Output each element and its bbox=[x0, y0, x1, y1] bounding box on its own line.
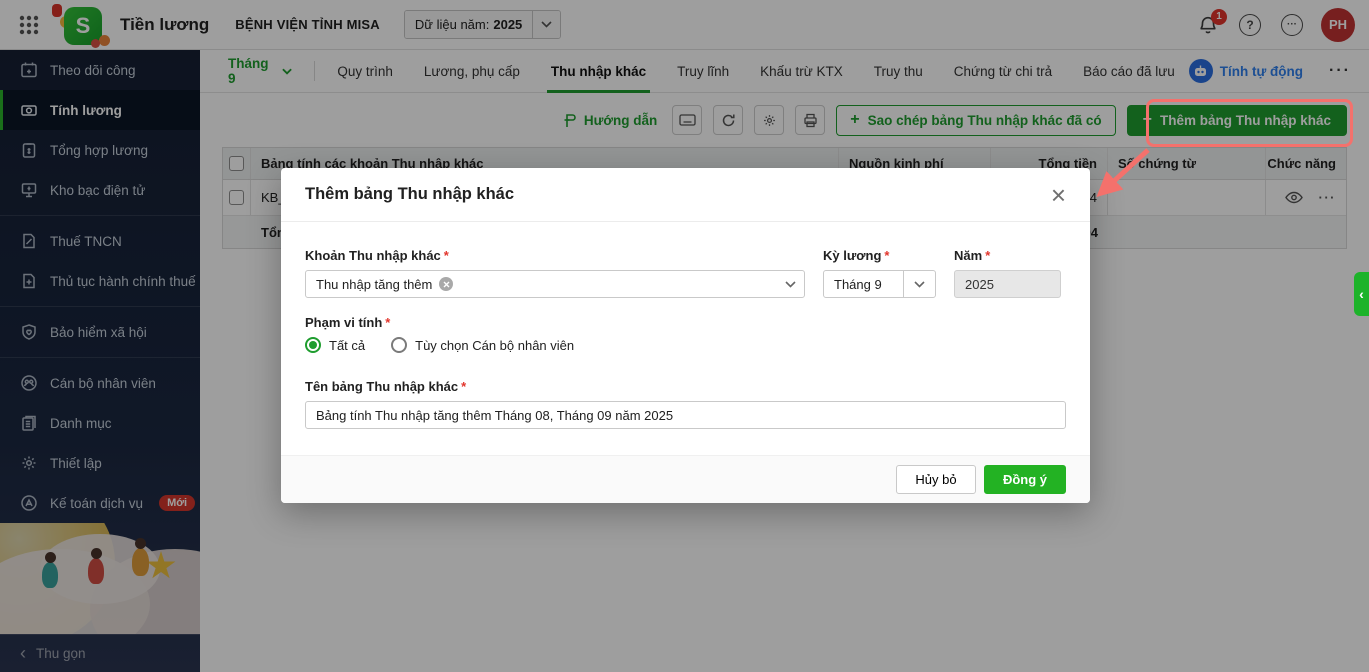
scope-all-option[interactable]: Tất cả bbox=[305, 337, 365, 353]
year-field-label: Năm bbox=[954, 248, 982, 263]
year-field bbox=[954, 270, 1061, 298]
chevron-left-icon: ‹ bbox=[1359, 286, 1364, 302]
table-name-field-label: Tên bảng Thu nhập khác bbox=[305, 379, 458, 394]
table-name-input[interactable] bbox=[305, 401, 1066, 429]
period-field-label: Kỳ lương bbox=[823, 248, 881, 263]
confirm-button[interactable]: Đồng ý bbox=[984, 465, 1066, 494]
income-tag: Thu nhập tăng thêm bbox=[316, 277, 432, 292]
add-income-table-modal: Thêm bảng Thu nhập khác × Khoản Thu nhập… bbox=[281, 168, 1090, 503]
cancel-button[interactable]: Hủy bỏ bbox=[896, 465, 976, 494]
modal-footer: Hủy bỏ Đồng ý bbox=[281, 455, 1090, 503]
scope-custom-option[interactable]: Tùy chọn Cán bộ nhân viên bbox=[391, 337, 574, 353]
close-icon[interactable]: × bbox=[1051, 182, 1066, 208]
scope-all-radio[interactable] bbox=[305, 337, 321, 353]
modal-body: Khoản Thu nhập khác* Thu nhập tăng thêm bbox=[281, 222, 1090, 455]
modal-header: Thêm bảng Thu nhập khác × bbox=[281, 168, 1090, 222]
salary-period-select[interactable]: Tháng 9 bbox=[823, 270, 936, 298]
scope-custom-radio[interactable] bbox=[391, 337, 407, 353]
chevron-down-icon bbox=[785, 281, 796, 288]
side-panel-toggle[interactable]: ‹ bbox=[1354, 272, 1369, 316]
app-root: S Tiền lương BỆNH VIỆN TỈNH MISA Dữ liệu… bbox=[0, 0, 1369, 672]
modal-title: Thêm bảng Thu nhập khác bbox=[305, 185, 514, 204]
scope-field-label: Phạm vi tính bbox=[305, 315, 382, 330]
salary-period-value: Tháng 9 bbox=[824, 277, 903, 292]
income-field-label: Khoản Thu nhập khác bbox=[305, 248, 441, 263]
chevron-down-icon bbox=[903, 271, 935, 297]
income-type-select[interactable]: Thu nhập tăng thêm bbox=[305, 270, 805, 298]
remove-tag-icon[interactable] bbox=[439, 277, 453, 291]
